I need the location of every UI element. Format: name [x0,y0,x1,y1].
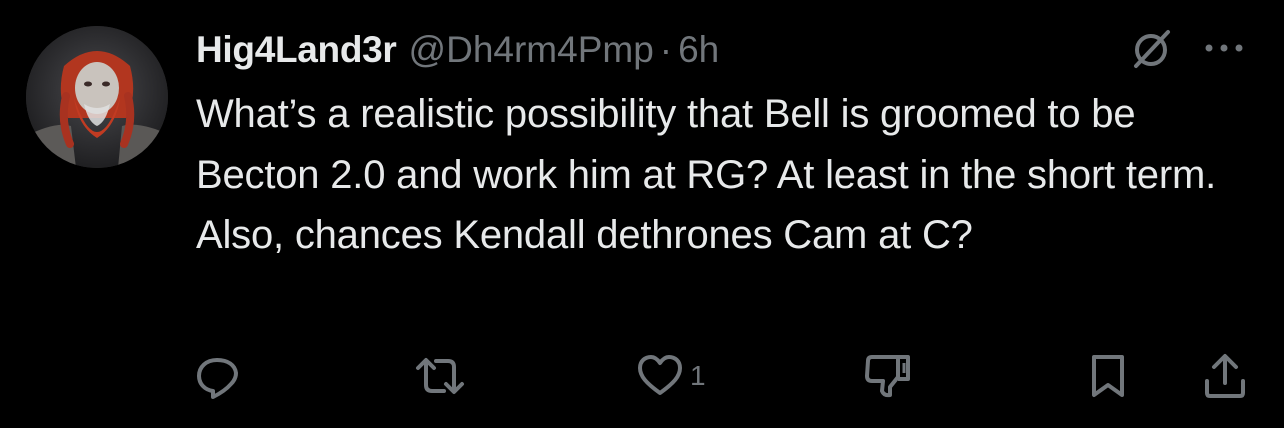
avatar[interactable] [26,26,168,168]
grok-icon[interactable] [1128,26,1174,72]
tweet-text: What’s a realistic possibility that Bell… [196,92,1217,257]
thumbs-down-icon [862,351,914,401]
bookmark-icon [1086,351,1130,401]
reply-button[interactable] [192,346,242,406]
downvote-button[interactable] [862,346,914,406]
like-count: 1 [690,360,706,391]
share-icon [1200,351,1250,401]
like-button[interactable]: 1 [636,346,706,406]
display-name[interactable]: Hig4Land3r [196,29,397,71]
tweet-header: Hig4Land3r @Dh4rm4Pmp · 6h [196,22,719,78]
more-options-icon[interactable] [1196,30,1252,66]
user-handle[interactable]: @Dh4rm4Pmp [409,29,654,71]
action-bar: 1 [0,346,1284,406]
bookmark-button[interactable] [1086,346,1130,406]
heart-icon [636,352,684,400]
reply-icon [192,351,242,401]
separator-dot: · [659,29,673,70]
share-button[interactable] [1200,346,1250,406]
retweet-button[interactable] [412,346,468,406]
tweet[interactable]: Hig4Land3r @Dh4rm4Pmp · 6h What’s a real… [0,0,1284,428]
timestamp[interactable]: 6h [678,29,719,71]
retweet-icon [412,351,468,401]
